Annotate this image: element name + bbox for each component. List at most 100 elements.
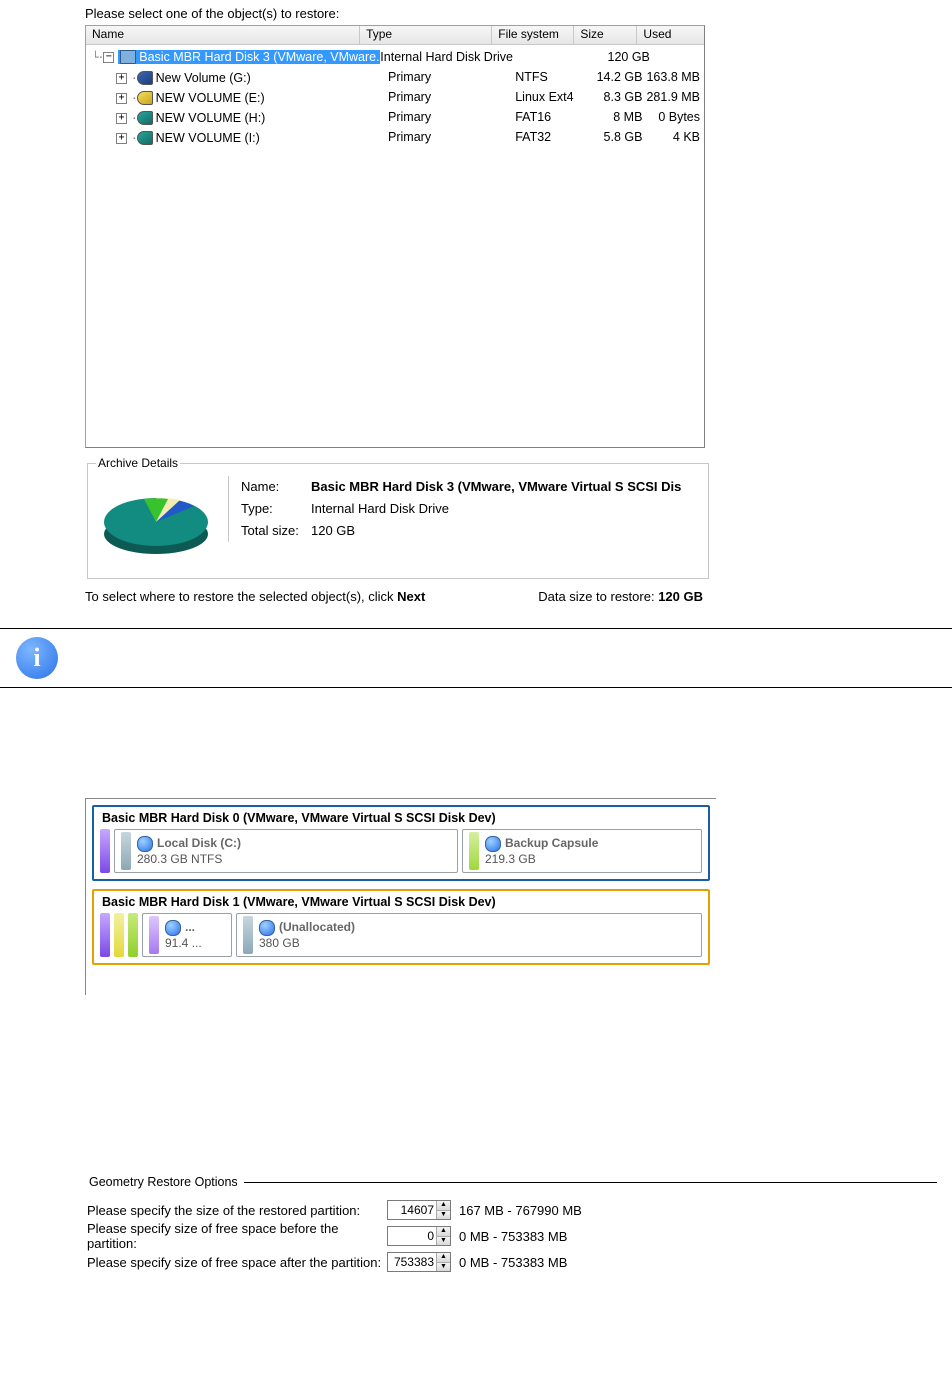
volume-icon (485, 836, 501, 852)
next-hint: To select where to restore the selected … (85, 589, 425, 604)
archive-name-val: Basic MBR Hard Disk 3 (VMware, VMware Vi… (311, 476, 681, 498)
col-type[interactable]: Type (360, 26, 492, 44)
volume-type: Primary (388, 130, 515, 144)
part-name: Backup Capsule (505, 836, 598, 850)
objects-list[interactable]: Name Type File system Size Used └· − Bas… (85, 25, 705, 448)
root-type: Internal Hard Disk Drive (380, 50, 515, 64)
volume-type: Primary (388, 110, 515, 124)
partition-color (149, 916, 159, 954)
root-name: Basic MBR Hard Disk 3 (VMware, VMware... (139, 50, 380, 64)
volume-size: 8 MB (591, 110, 642, 124)
partition-localdisk[interactable]: Local Disk (C:) 280.3 GB NTFS (114, 829, 458, 873)
col-name[interactable]: Name (86, 26, 360, 44)
info-icon: i (16, 637, 58, 679)
archive-type-key: Type: (241, 498, 311, 520)
volume-fs: NTFS (515, 70, 591, 84)
spin-down-icon[interactable]: ▼ (436, 1263, 450, 1272)
part-sub: 380 GB (259, 936, 355, 950)
geom-label-size: Please specify the size of the restored … (87, 1203, 387, 1218)
col-used[interactable]: Used (637, 26, 704, 44)
expand-icon[interactable]: + (116, 73, 127, 84)
spin-up-icon[interactable]: ▲ (436, 1253, 450, 1263)
col-size[interactable]: Size (574, 26, 637, 44)
free-before-input[interactable] (388, 1227, 436, 1245)
free-after-input[interactable] (388, 1253, 436, 1271)
partition-size-input[interactable] (388, 1201, 436, 1219)
volume-name: NEW VOLUME (E:) (156, 91, 265, 105)
volume-icon (137, 71, 153, 85)
volume-size: 14.2 GB (591, 70, 642, 84)
volume-used: 281.9 MB (642, 90, 704, 104)
archive-details: Archive Details Name:Basic MBR Hard Disk… (87, 456, 709, 579)
partition-color (243, 916, 253, 954)
expand-icon[interactable]: + (116, 113, 127, 124)
root-size: 120 GB (596, 50, 650, 64)
partition-color (121, 832, 131, 870)
collapse-icon[interactable]: − (103, 52, 114, 63)
archive-name-key: Name: (241, 476, 311, 498)
archive-size-key: Total size: (241, 520, 311, 542)
disk1-title: Basic MBR Hard Disk 1 (VMware, VMware Vi… (102, 895, 702, 909)
volume-used: 163.8 MB (642, 70, 704, 84)
geometry-options: Geometry Restore Options Please specify … (87, 1175, 937, 1275)
volume-name: New Volume (G:) (156, 71, 251, 85)
volume-name: NEW VOLUME (I:) (156, 131, 260, 145)
archive-legend: Archive Details (96, 456, 180, 470)
list-header: Name Type File system Size Used (86, 26, 704, 45)
volume-size: 8.3 GB (591, 90, 642, 104)
volume-icon (137, 836, 153, 852)
partition-unallocated[interactable]: (Unallocated) 380 GB (236, 913, 702, 957)
partition-backup-capsule[interactable]: Backup Capsule 219.3 GB (462, 829, 702, 873)
tree-row[interactable]: +·NEW VOLUME (H:) Primary FAT16 8 MB 0 B… (86, 107, 704, 127)
volume-fs: FAT16 (515, 110, 591, 124)
col-fs[interactable]: File system (492, 26, 574, 44)
volume-icon (137, 91, 153, 105)
partition-stripe (128, 913, 138, 957)
volume-type: Primary (388, 90, 515, 104)
volume-used: 4 KB (642, 130, 704, 144)
tree-row[interactable]: +·NEW VOLUME (I:) Primary FAT32 5.8 GB 4… (86, 127, 704, 147)
spin-up-icon[interactable]: ▲ (436, 1201, 450, 1211)
partition-size-spinner[interactable]: ▲▼ (387, 1200, 451, 1220)
expand-icon[interactable]: + (116, 93, 127, 104)
part-name: ... (185, 920, 195, 934)
partition-small[interactable]: ... 91.4 ... (142, 913, 232, 957)
part-sub: 219.3 GB (485, 852, 598, 866)
volume-icon (259, 920, 275, 936)
partition-color (469, 832, 479, 870)
volume-icon (165, 920, 181, 936)
free-before-spinner[interactable]: ▲▼ (387, 1226, 451, 1246)
volume-type: Primary (388, 70, 515, 84)
disk0-title: Basic MBR Hard Disk 0 (VMware, VMware Vi… (102, 811, 702, 825)
disk-map: Basic MBR Hard Disk 0 (VMware, VMware Vi… (85, 798, 716, 995)
partition-stripe (100, 913, 110, 957)
spin-down-icon[interactable]: ▼ (436, 1237, 450, 1246)
part-name: (Unallocated) (279, 920, 355, 934)
archive-type-val: Internal Hard Disk Drive (311, 498, 449, 520)
part-name: Local Disk (C:) (157, 836, 241, 850)
geom-range: 0 MB - 753383 MB (459, 1229, 567, 1244)
data-size: Data size to restore: 120 GB (538, 589, 703, 604)
expand-icon[interactable]: + (116, 133, 127, 144)
tree-row[interactable]: +·New Volume (G:) Primary NTFS 14.2 GB 1… (86, 67, 704, 87)
volume-icon (137, 131, 153, 145)
partition-stripe (114, 913, 124, 957)
geometry-legend: Geometry Restore Options (87, 1175, 244, 1189)
tree-row-root[interactable]: └· − Basic MBR Hard Disk 3 (VMware, VMwa… (86, 47, 704, 67)
volume-icon (137, 111, 153, 125)
spin-up-icon[interactable]: ▲ (436, 1227, 450, 1237)
part-sub: 91.4 ... (165, 936, 202, 950)
spin-down-icon[interactable]: ▼ (436, 1211, 450, 1220)
volume-used: 0 Bytes (642, 110, 704, 124)
part-sub: 280.3 GB NTFS (137, 852, 241, 866)
partition-stripe (100, 829, 110, 873)
free-after-spinner[interactable]: ▲▼ (387, 1252, 451, 1272)
volume-fs: FAT32 (515, 130, 591, 144)
tree-row[interactable]: +·NEW VOLUME (E:) Primary Linux Ext4 8.3… (86, 87, 704, 107)
disk-block-1[interactable]: Basic MBR Hard Disk 1 (VMware, VMware Vi… (92, 889, 710, 965)
geom-label-after: Please specify size of free space after … (87, 1255, 387, 1270)
disk-block-0[interactable]: Basic MBR Hard Disk 0 (VMware, VMware Vi… (92, 805, 710, 881)
volume-size: 5.8 GB (591, 130, 642, 144)
volume-name: NEW VOLUME (H:) (156, 111, 266, 125)
volume-fs: Linux Ext4 (515, 90, 591, 104)
